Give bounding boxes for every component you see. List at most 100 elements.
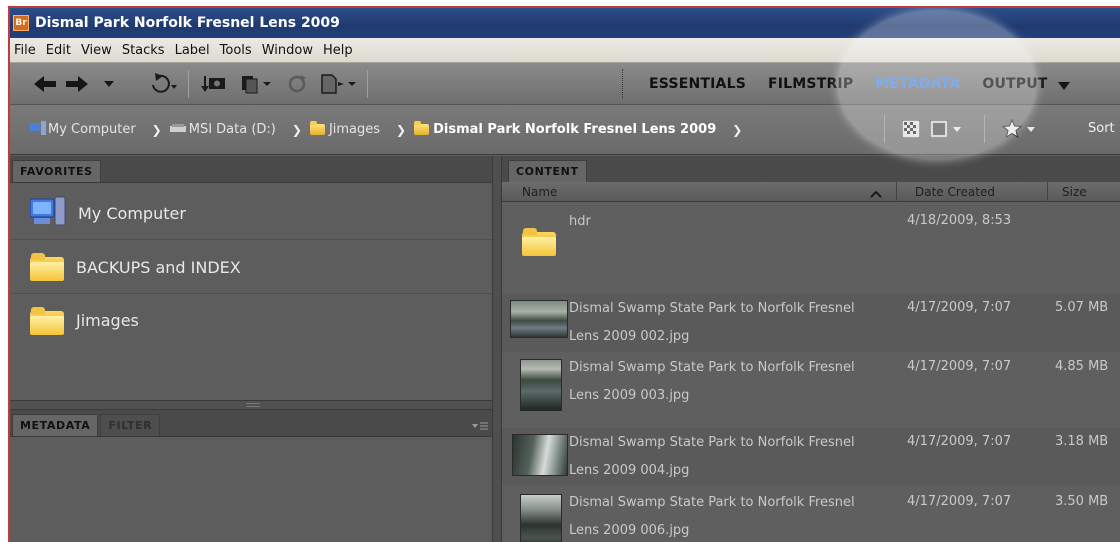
breadcrumb-arrow-icon[interactable]: ❯: [396, 123, 406, 137]
file-name-line1: Dismal Swamp State Park to Norfolk Fresn…: [569, 435, 855, 450]
quality-thumbnail-icon[interactable]: [901, 119, 921, 139]
file-name-line2: Lens 2009 004.jpg: [569, 463, 690, 478]
file-date: 4/17/2009, 7:07: [907, 494, 1012, 509]
menu-stacks[interactable]: Stacks: [118, 43, 171, 58]
get-photos-icon[interactable]: [197, 69, 231, 99]
forward-arrow-icon[interactable]: [64, 69, 90, 99]
sort-label[interactable]: Sort: [1088, 121, 1115, 136]
panel-menu-icon[interactable]: [472, 416, 488, 435]
breadcrumb-arrow-icon[interactable]: ❯: [152, 123, 162, 137]
metadata-panel-body: [10, 436, 492, 542]
metadata-tabbar: METADATA FILTER: [10, 410, 492, 436]
tab-favorites[interactable]: FAVORITES: [12, 160, 101, 182]
file-size: 3.18 MB: [1055, 434, 1109, 449]
folder-icon: [30, 253, 64, 281]
rating-filter-dropdown[interactable]: [1002, 119, 1042, 139]
back-arrow-icon[interactable]: [32, 69, 58, 99]
tab-content[interactable]: CONTENT: [508, 160, 587, 182]
file-size: 3.50 MB: [1055, 494, 1109, 509]
workspace-filmstrip[interactable]: FILMSTRIP: [768, 76, 853, 92]
column-divider[interactable]: [1047, 182, 1048, 202]
menu-label[interactable]: Label: [171, 43, 216, 58]
table-row[interactable]: Dismal Swamp State Park to Norfolk Fresn…: [502, 353, 1120, 417]
sort-ascending-icon[interactable]: [870, 187, 882, 201]
file-name-line1: Dismal Swamp State Park to Norfolk Fresn…: [569, 301, 855, 316]
favorite-jimages[interactable]: Jimages: [10, 294, 492, 347]
refine-icon[interactable]: [239, 69, 277, 99]
grip-icon: [246, 403, 260, 407]
panel-splitter-handle[interactable]: [10, 400, 492, 410]
table-row[interactable]: Dismal Swamp State Park to Norfolk Fresn…: [502, 294, 1120, 352]
view-mode-dropdown[interactable]: [930, 120, 966, 138]
left-panel: FAVORITES My Computer BACKUPS and INDEX …: [10, 156, 492, 542]
breadcrumb-jimages[interactable]: Jimages: [309, 121, 380, 137]
vertical-splitter-handle[interactable]: [492, 156, 502, 542]
menu-window[interactable]: Window: [258, 43, 319, 58]
toolbar-separator: [188, 69, 189, 98]
breadcrumb-arrow-icon[interactable]: ❯: [292, 123, 302, 137]
column-header-row: Name Date Created Size: [502, 182, 1120, 202]
content-panel: CONTENT Name Date Created Size hdr 4/18/…: [502, 156, 1120, 542]
favorites-tabbar: FAVORITES: [10, 156, 492, 182]
menu-bar: File Edit View Stacks Label Tools Window…: [10, 38, 1120, 63]
file-name-line2: Lens 2009 006.jpg: [569, 523, 690, 538]
favorites-list: My Computer BACKUPS and INDEX Jimages: [10, 182, 492, 400]
table-row[interactable]: Dismal Swamp State Park to Norfolk Fresn…: [502, 428, 1120, 486]
chevron-down-icon: [953, 126, 961, 132]
folder-icon: [309, 121, 325, 135]
workspace-grip[interactable]: [622, 69, 623, 99]
bridge-window: Br Dismal Park Norfolk Fresnel Lens 2009…: [8, 6, 1120, 542]
image-thumbnail: [510, 300, 568, 338]
menu-file[interactable]: File: [10, 43, 42, 58]
workspace-more-dropdown-icon[interactable]: [1057, 75, 1070, 94]
workspace-output[interactable]: OUTPUT: [982, 76, 1047, 92]
menu-edit[interactable]: Edit: [42, 43, 77, 58]
table-row[interactable]: Dismal Swamp State Park to Norfolk Fresn…: [502, 488, 1120, 542]
image-thumbnail: [512, 434, 568, 476]
open-in-camera-raw-icon[interactable]: [319, 69, 359, 99]
pathbar-separator: [984, 115, 985, 143]
recent-dropdown-icon[interactable]: [102, 69, 116, 99]
file-date: 4/17/2009, 7:07: [907, 359, 1012, 374]
file-size: 5.07 MB: [1055, 300, 1109, 315]
breadcrumb-arrow-icon[interactable]: ❯: [732, 123, 742, 137]
column-header-name[interactable]: Name: [522, 185, 557, 199]
column-divider[interactable]: [896, 182, 897, 202]
breadcrumb-drive[interactable]: MSI Data (D:): [169, 122, 276, 137]
image-thumbnail: [520, 359, 562, 411]
return-to-app-icon[interactable]: [146, 69, 180, 99]
menu-tools[interactable]: Tools: [216, 43, 258, 58]
breadcrumb-current-folder[interactable]: Dismal Park Norfolk Fresnel Lens 2009: [414, 121, 716, 137]
folder-icon: [414, 121, 430, 135]
favorite-label: Jimages: [76, 311, 139, 330]
tab-filter[interactable]: FILTER: [100, 414, 161, 436]
column-header-date-created[interactable]: Date Created: [915, 185, 995, 199]
star-icon: [1002, 119, 1022, 139]
toolbar: ESSENTIALS FILMSTRIP METADATA OUTPUT: [10, 63, 1120, 105]
favorite-my-computer[interactable]: My Computer: [10, 187, 492, 240]
menu-view[interactable]: View: [77, 43, 118, 58]
favorite-label: BACKUPS and INDEX: [76, 257, 241, 277]
bridge-app-icon[interactable]: Br: [13, 15, 29, 31]
chevron-down-icon: [1027, 126, 1035, 132]
title-bar: Br Dismal Park Norfolk Fresnel Lens 2009: [10, 8, 1120, 38]
workspace-essentials[interactable]: ESSENTIALS: [649, 76, 746, 92]
file-name-line1: Dismal Swamp State Park to Norfolk Fresn…: [569, 360, 855, 375]
file-name-line1: Dismal Swamp State Park to Norfolk Fresn…: [569, 495, 855, 510]
list-item[interactable]: hdr 4/18/2009, 8:53: [502, 203, 1120, 288]
menu-help[interactable]: Help: [319, 43, 359, 58]
column-header-size[interactable]: Size: [1062, 185, 1087, 199]
computer-icon: [30, 120, 46, 139]
tab-metadata[interactable]: METADATA: [12, 414, 99, 436]
file-size: 4.85 MB: [1055, 359, 1109, 374]
rotate-icon[interactable]: [285, 69, 309, 99]
image-thumbnail: [520, 494, 562, 542]
breadcrumb-my-computer[interactable]: My Computer: [30, 120, 136, 139]
folder-icon: [30, 306, 64, 335]
favorite-backups-and-index[interactable]: BACKUPS and INDEX: [10, 241, 492, 294]
workspace-metadata[interactable]: METADATA: [875, 76, 960, 92]
folder-icon: [522, 228, 556, 256]
file-name-line2: Lens 2009 003.jpg: [569, 388, 690, 403]
workspace-switcher: ESSENTIALS FILMSTRIP METADATA OUTPUT: [622, 63, 1070, 105]
computer-icon: [29, 195, 66, 231]
